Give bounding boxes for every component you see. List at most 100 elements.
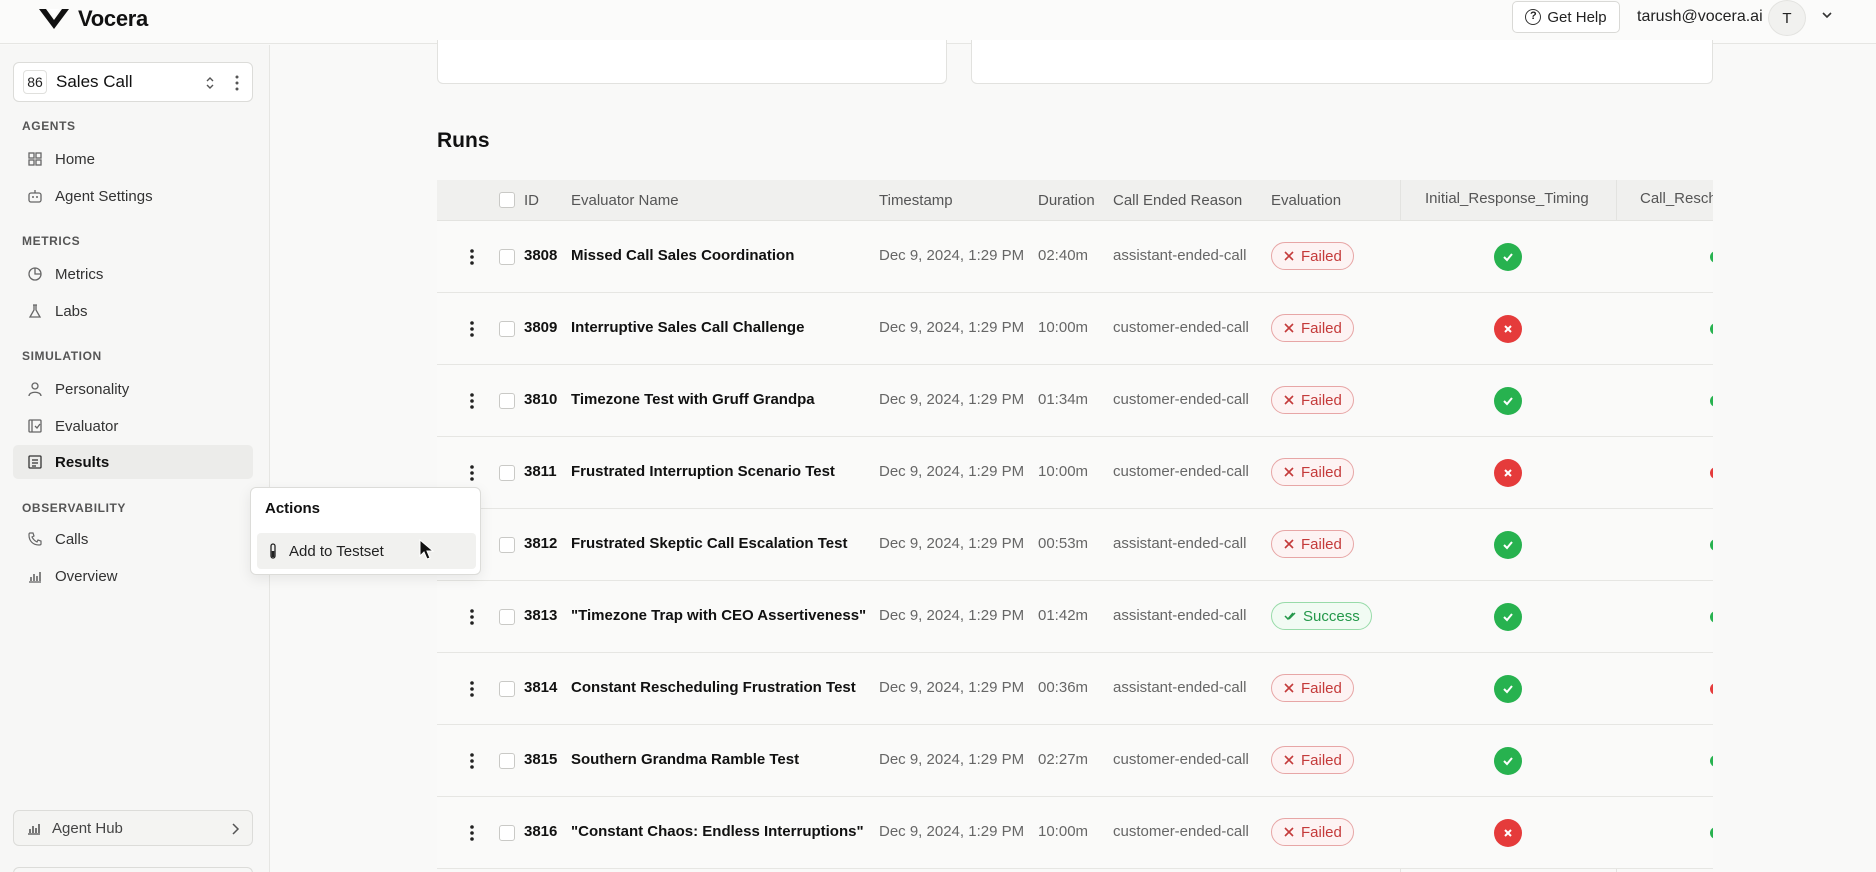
evaluator-name[interactable]: Frustrated Skeptic Call Escalation Test bbox=[571, 535, 847, 552]
sidebar-item-results[interactable]: Results bbox=[13, 445, 253, 479]
app-logo[interactable]: Vocera bbox=[38, 6, 148, 32]
user-email: tarush@vocera.ai bbox=[1637, 8, 1763, 25]
row-checkbox[interactable] bbox=[499, 321, 515, 337]
help-circle-icon: ? bbox=[1525, 9, 1542, 25]
chart-icon bbox=[28, 824, 40, 835]
more-vertical-icon[interactable] bbox=[469, 319, 475, 339]
chevron-up-down-icon bbox=[206, 77, 214, 89]
evaluator-name[interactable]: Timezone Test with Gruff Grandpa bbox=[571, 391, 815, 408]
more-vertical-icon[interactable] bbox=[469, 751, 475, 771]
column-call-rescheduling[interactable]: Call_Resch bbox=[1640, 190, 1713, 207]
get-help-label: Get Help bbox=[1547, 8, 1607, 26]
sidebar-item-personality[interactable]: Personality bbox=[13, 372, 253, 406]
run-id: 3812 bbox=[524, 535, 558, 552]
table-row[interactable]: 3814 Constant Rescheduling Frustration Te… bbox=[437, 653, 1713, 725]
row-checkbox[interactable] bbox=[499, 249, 515, 265]
table-row[interactable]: 3810 Timezone Test with Gruff Grandpa Dec … bbox=[437, 365, 1713, 437]
metric-status-pass bbox=[1710, 395, 1713, 407]
evaluator-name[interactable]: Missed Call Sales Coordination bbox=[571, 247, 794, 264]
avatar[interactable]: T bbox=[1768, 0, 1806, 36]
evaluation-label: Failed bbox=[1301, 751, 1342, 769]
evaluator-name[interactable]: Interruptive Sales Call Challenge bbox=[571, 319, 804, 336]
evaluator-name[interactable]: Frustrated Interruption Scenario Test bbox=[571, 463, 835, 480]
row-checkbox[interactable] bbox=[499, 681, 515, 697]
row-checkbox[interactable] bbox=[499, 537, 515, 553]
select-all-checkbox[interactable] bbox=[499, 192, 515, 208]
evaluator-name[interactable]: Southern Grandma Ramble Test bbox=[571, 751, 799, 768]
evaluation-badge: Failed bbox=[1271, 314, 1354, 342]
column-call-ended-reason[interactable]: Call Ended Reason bbox=[1113, 192, 1242, 209]
sidebar-item-home[interactable]: Home bbox=[13, 142, 253, 176]
phone-icon bbox=[28, 532, 42, 546]
more-vertical-icon[interactable] bbox=[469, 679, 475, 699]
call-ended-reason: assistant-ended-call bbox=[1113, 679, 1247, 696]
call-ended-reason: customer-ended-call bbox=[1113, 319, 1249, 336]
bot-icon bbox=[28, 190, 42, 203]
sidebar-item-metrics[interactable]: Metrics bbox=[13, 257, 253, 291]
more-vertical-icon[interactable] bbox=[234, 74, 240, 92]
more-vertical-icon[interactable] bbox=[469, 607, 475, 627]
sidebar-item-label: Agent Settings bbox=[55, 187, 153, 205]
vocera-logo-icon bbox=[39, 9, 69, 29]
section-agents: AGENTS bbox=[22, 119, 76, 133]
evaluation-label: Failed bbox=[1301, 679, 1342, 697]
add-to-testset-menu-item[interactable]: Add to Testset bbox=[257, 533, 476, 569]
agent-hub-button[interactable]: Agent Hub bbox=[13, 810, 253, 846]
sidebar-item-labs[interactable]: Labs bbox=[13, 294, 253, 328]
get-help-button[interactable]: ? Get Help bbox=[1512, 1, 1620, 33]
call-ended-reason: assistant-ended-call bbox=[1113, 607, 1247, 624]
table-row[interactable]: 3812 Frustrated Skeptic Call Escalation T… bbox=[437, 509, 1713, 581]
metric-status-pass bbox=[1710, 755, 1713, 767]
sidebar-item-agent-settings[interactable]: Agent Settings bbox=[13, 179, 253, 213]
row-checkbox[interactable] bbox=[499, 465, 515, 481]
table-row[interactable]: 3815 Southern Grandma Ramble Test Dec 9, 2… bbox=[437, 725, 1713, 797]
more-vertical-icon[interactable] bbox=[469, 247, 475, 267]
call-ended-reason: assistant-ended-call bbox=[1113, 535, 1247, 552]
column-evaluator-name[interactable]: Evaluator Name bbox=[571, 192, 679, 209]
column-duration[interactable]: Duration bbox=[1038, 192, 1095, 209]
table-row[interactable]: 3809 Interruptive Sales Call Challenge Dec… bbox=[437, 293, 1713, 365]
metric-status-fail bbox=[1494, 819, 1522, 847]
section-observability: OBSERVABILITY bbox=[22, 501, 127, 515]
project-selector[interactable]: 86 Sales Call bbox=[13, 62, 253, 102]
sidebar-item-label: Home bbox=[55, 150, 96, 168]
more-vertical-icon[interactable] bbox=[469, 391, 475, 411]
duration: 01:42m bbox=[1038, 607, 1089, 624]
evaluator-name[interactable]: Constant Rescheduling Frustration Test bbox=[571, 679, 856, 696]
chevron-down-icon[interactable] bbox=[1820, 8, 1834, 22]
table-row[interactable]: 3813 "Timezone Trap with CEO Assertivenes… bbox=[437, 581, 1713, 653]
row-checkbox[interactable] bbox=[499, 393, 515, 409]
sidebar-item-label: Labs bbox=[55, 302, 88, 320]
evaluator-name[interactable]: "Timezone Trap with CEO Assertiveness" bbox=[571, 607, 866, 624]
more-vertical-icon[interactable] bbox=[469, 823, 475, 843]
call-ended-reason: customer-ended-call bbox=[1113, 391, 1249, 408]
call-ended-reason: customer-ended-call bbox=[1113, 823, 1249, 840]
popover-title: Actions bbox=[265, 500, 321, 517]
runs-title: Runs bbox=[437, 129, 490, 152]
table-row[interactable]: 3808 Missed Call Sales Coordination Dec 9,… bbox=[437, 221, 1713, 293]
check-icon bbox=[1503, 685, 1513, 694]
test-tube-icon bbox=[270, 543, 276, 559]
evaluation-label: Failed bbox=[1301, 535, 1342, 553]
column-timestamp[interactable]: Timestamp bbox=[879, 192, 953, 209]
user-icon bbox=[28, 382, 42, 397]
table-row[interactable]: 3811 Frustrated Interruption Scenario Tes… bbox=[437, 437, 1713, 509]
row-checkbox[interactable] bbox=[499, 609, 515, 625]
check-icon bbox=[1503, 253, 1513, 262]
row-checkbox[interactable] bbox=[499, 753, 515, 769]
column-initial-response-timing[interactable]: Initial_Response_Timing bbox=[1425, 190, 1589, 207]
more-vertical-icon[interactable] bbox=[469, 463, 475, 483]
row-checkbox[interactable] bbox=[499, 825, 515, 841]
evaluator-name[interactable]: "Constant Chaos: Endless Interruptions" bbox=[571, 823, 864, 840]
table-row[interactable]: 3816 "Constant Chaos: Endless Interruptio… bbox=[437, 797, 1713, 869]
metric-status-fail bbox=[1710, 467, 1713, 479]
column-id[interactable]: ID bbox=[524, 192, 539, 209]
project-number: 86 bbox=[23, 70, 47, 94]
sidebar-item-label: Metrics bbox=[55, 265, 104, 283]
sidebar-item-evaluator[interactable]: Evaluator bbox=[13, 409, 253, 443]
evaluation-badge: Failed bbox=[1271, 458, 1354, 486]
column-evaluation[interactable]: Evaluation bbox=[1271, 192, 1341, 209]
sidebar-item-calls[interactable]: Calls bbox=[13, 522, 253, 556]
duration: 10:00m bbox=[1038, 463, 1089, 480]
sidebar-item-overview[interactable]: Overview bbox=[13, 559, 253, 593]
